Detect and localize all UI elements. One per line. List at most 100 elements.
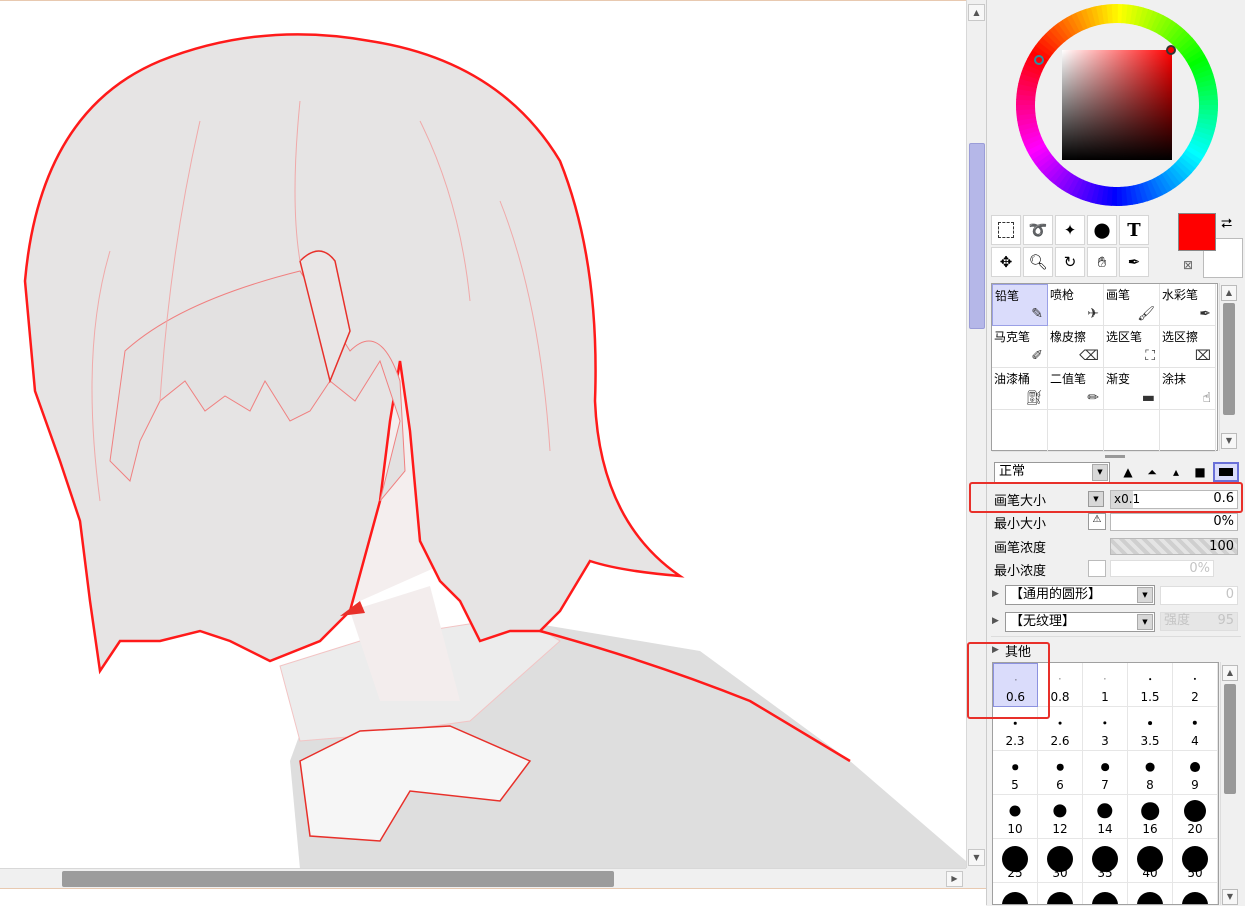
color-select-icon[interactable]: ⬤ bbox=[1087, 215, 1117, 245]
drawing-canvas[interactable] bbox=[0, 0, 966, 869]
size-option[interactable]: 6 bbox=[1038, 751, 1083, 795]
size-option[interactable]: 7 bbox=[1083, 751, 1128, 795]
size-option[interactable]: 60 bbox=[993, 883, 1038, 904]
scroll-right-arrow-icon[interactable]: ▶ bbox=[946, 871, 963, 887]
size-option[interactable]: 50 bbox=[1173, 839, 1218, 883]
horizontal-scroll-thumb[interactable] bbox=[62, 871, 614, 887]
size-option[interactable]: 9 bbox=[1173, 751, 1218, 795]
transparent-color-icon[interactable]: ⊠ bbox=[1183, 258, 1193, 272]
pressure-density-checkbox[interactable] bbox=[1088, 560, 1106, 577]
shape-square-icon[interactable]: ■ bbox=[1189, 462, 1211, 482]
size-option[interactable]: 1.5 bbox=[1128, 663, 1173, 707]
size-option-label: 50 bbox=[1187, 866, 1203, 880]
vertical-scroll-thumb[interactable] bbox=[969, 143, 985, 329]
size-option[interactable]: 2 bbox=[1173, 663, 1218, 707]
size-option[interactable]: 20 bbox=[1173, 795, 1218, 839]
chevron-down-icon[interactable]: ▼ bbox=[1137, 587, 1153, 603]
chevron-down-icon[interactable]: ▼ bbox=[1137, 614, 1153, 630]
density-field[interactable]: 100 bbox=[1110, 538, 1238, 555]
size-option[interactable]: 30 bbox=[1038, 839, 1083, 883]
canvas-horizontal-scrollbar[interactable]: ▶ bbox=[0, 868, 966, 889]
pressure-size-icon[interactable]: ⚠ bbox=[1088, 513, 1106, 530]
brush-bucket[interactable]: 油漆桶 ⛽︎ bbox=[992, 368, 1048, 410]
brush-binary-pen[interactable]: 二值笔 ✏ bbox=[1048, 368, 1104, 410]
shape-block-icon[interactable] bbox=[1213, 462, 1239, 482]
size-option-label: 3.5 bbox=[1140, 734, 1160, 748]
shape-sharp-icon[interactable]: ▲ bbox=[1117, 462, 1139, 482]
size-option[interactable]: 25 bbox=[993, 839, 1038, 883]
blend-mode-value: 正常 bbox=[999, 464, 1026, 479]
brush-selerase[interactable]: 选区擦 ⌧ bbox=[1160, 326, 1216, 368]
rect-select-icon[interactable] bbox=[991, 215, 1021, 245]
size-option[interactable]: 3 bbox=[1083, 707, 1128, 751]
brush-shape-dropdown[interactable]: 【通用的圆形】 ▼ bbox=[1005, 585, 1155, 605]
size-option[interactable]: 14 bbox=[1083, 795, 1128, 839]
swap-colors-icon[interactable]: ⮂ bbox=[1221, 216, 1232, 232]
size-option[interactable]: 80 bbox=[1083, 883, 1128, 904]
size-option-label: 25 bbox=[1007, 866, 1023, 880]
scroll-up-arrow-icon[interactable]: ▲ bbox=[968, 4, 985, 21]
empty-brush-slot[interactable] bbox=[1048, 410, 1104, 452]
chevron-down-icon[interactable]: ▼ bbox=[1092, 464, 1108, 481]
brush-label: 马克笔 bbox=[994, 330, 1031, 344]
brush-marker[interactable]: 马克笔 ✐ bbox=[992, 326, 1048, 368]
panel-resize-handle[interactable] bbox=[1105, 455, 1125, 458]
magic-wand-icon[interactable]: ✦ bbox=[1055, 215, 1085, 245]
size-option[interactable]: 12 bbox=[1038, 795, 1083, 839]
expand-arrow-icon[interactable]: ▶ bbox=[992, 616, 999, 626]
eyedropper-icon[interactable]: ✒ bbox=[1119, 247, 1149, 277]
size-option[interactable]: 100 bbox=[1128, 883, 1173, 904]
texture-strength-value: 95 bbox=[1217, 613, 1234, 628]
brush-brush[interactable]: 画笔 🖌︎ bbox=[1104, 284, 1160, 326]
empty-brush-slot[interactable] bbox=[992, 410, 1048, 452]
size-grid-scroll-thumb[interactable] bbox=[1224, 684, 1236, 794]
brush-watercolor[interactable]: 水彩笔 ✒ bbox=[1160, 284, 1216, 326]
brush-gradient[interactable]: 渐变 ▬ bbox=[1104, 368, 1160, 410]
size-option[interactable]: 120 bbox=[1173, 883, 1218, 904]
size-option[interactable]: 4 bbox=[1173, 707, 1218, 751]
size-option[interactable]: 8 bbox=[1128, 751, 1173, 795]
size-option[interactable]: 35 bbox=[1083, 839, 1128, 883]
size-option[interactable]: 70 bbox=[1038, 883, 1083, 904]
canvas-vertical-scrollbar[interactable]: ▲ ▼ bbox=[966, 0, 987, 868]
brush-blur[interactable]: 涂抹 ☝ bbox=[1160, 368, 1216, 410]
brush-selpen[interactable]: 选区笔 ⛶ bbox=[1104, 326, 1160, 368]
brush-pencil[interactable]: 铅笔 ✎ bbox=[992, 284, 1048, 326]
brush-grid-scroll-thumb[interactable] bbox=[1223, 303, 1235, 415]
brush-grid-scrollbar[interactable]: ▲ ▼ bbox=[1219, 283, 1238, 451]
size-option[interactable]: 16 bbox=[1128, 795, 1173, 839]
scroll-down-arrow-icon[interactable]: ▼ bbox=[1222, 889, 1238, 905]
brush-eraser[interactable]: 橡皮擦 ⌫ bbox=[1048, 326, 1104, 368]
scroll-up-arrow-icon[interactable]: ▲ bbox=[1222, 665, 1238, 681]
rotate-icon[interactable]: ↻ bbox=[1055, 247, 1085, 277]
shape-flat-icon[interactable]: ▴ bbox=[1165, 462, 1187, 482]
scroll-up-arrow-icon[interactable]: ▲ bbox=[1221, 285, 1237, 301]
hand-icon[interactable]: ✋︎ bbox=[1087, 247, 1117, 277]
color-wheel[interactable] bbox=[1014, 2, 1220, 208]
size-option[interactable]: 40 bbox=[1128, 839, 1173, 883]
size-option[interactable]: 5 bbox=[993, 751, 1038, 795]
texture-dropdown[interactable]: 【无纹理】 ▼ bbox=[1005, 612, 1155, 632]
size-option[interactable]: 10 bbox=[993, 795, 1038, 839]
size-grid-scrollbar[interactable]: ▲ ▼ bbox=[1220, 662, 1239, 905]
blend-mode-dropdown[interactable]: 正常 ▼ bbox=[994, 462, 1110, 483]
move-icon[interactable]: ✥ bbox=[991, 247, 1021, 277]
size-option[interactable]: 3.5 bbox=[1128, 707, 1173, 751]
empty-brush-slot[interactable] bbox=[1104, 410, 1160, 452]
min-size-field[interactable]: 0% bbox=[1110, 513, 1238, 531]
scroll-down-arrow-icon[interactable]: ▼ bbox=[968, 849, 985, 866]
divider bbox=[991, 636, 1241, 637]
size-option[interactable]: 1 bbox=[1083, 663, 1128, 707]
lasso-select-icon[interactable]: ➰ bbox=[1023, 215, 1053, 245]
brush-airbrush[interactable]: 喷枪 ✈ bbox=[1048, 284, 1104, 326]
main-color-swatch[interactable] bbox=[1178, 213, 1216, 251]
empty-brush-slot[interactable] bbox=[1160, 410, 1216, 452]
zoom-icon[interactable]: 🔍︎ bbox=[1023, 247, 1053, 277]
sv-cursor[interactable] bbox=[1166, 45, 1176, 55]
canvas-artwork[interactable] bbox=[0, 1, 966, 869]
expand-arrow-icon[interactable]: ▶ bbox=[992, 589, 999, 599]
brush-label: 渐变 bbox=[1106, 372, 1131, 386]
scroll-down-arrow-icon[interactable]: ▼ bbox=[1221, 433, 1237, 449]
shape-round-icon[interactable]: ⏶ bbox=[1141, 462, 1163, 482]
text-tool-icon[interactable]: T bbox=[1119, 215, 1149, 245]
